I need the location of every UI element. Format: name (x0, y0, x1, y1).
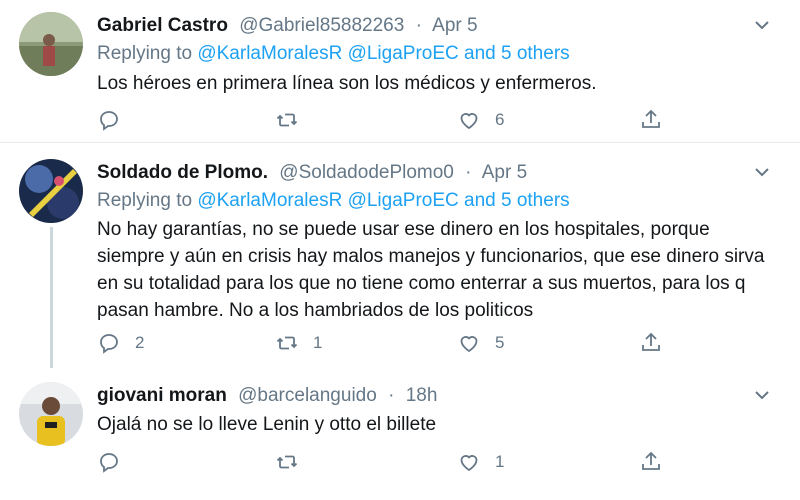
handle[interactable]: @barcelanguido (238, 385, 377, 406)
tweet-actions: 1 (97, 447, 697, 477)
avatar[interactable] (19, 382, 83, 446)
replying-prefix: Replying to (97, 43, 193, 64)
like-count: 1 (495, 452, 505, 471)
replying-mentions[interactable]: @KarlaMoralesR @LigaProEC and 5 others (197, 190, 569, 211)
tweet-text: No hay garantías, no se puede usar ese d… (97, 219, 765, 321)
reply-button[interactable]: 2 (97, 328, 144, 358)
like-button[interactable]: 6 (457, 105, 504, 135)
like-icon (460, 455, 478, 472)
handle[interactable]: @SoldadodePlomo0 (279, 162, 454, 183)
tweet-actions: 2 1 5 (97, 328, 697, 358)
share-icon (642, 451, 660, 470)
avatar[interactable] (19, 159, 83, 223)
display-name[interactable]: giovani moran (97, 385, 227, 406)
chevron-down-icon[interactable] (752, 15, 772, 35)
avatar[interactable] (19, 12, 83, 76)
share-button[interactable] (639, 105, 663, 135)
replying-to: Replying to @KarlaMoralesR @LigaProEC an… (97, 42, 570, 66)
reply-count: 2 (135, 333, 145, 352)
share-icon (642, 332, 660, 351)
like-icon (460, 113, 478, 130)
reply-icon (100, 453, 118, 473)
thread-line (50, 227, 53, 368)
tweet-text: Los héroes en primera línea son los médi… (97, 73, 597, 94)
chevron-down-icon[interactable] (752, 385, 772, 405)
replying-mentions[interactable]: @KarlaMoralesR @LigaProEC and 5 others (197, 43, 569, 64)
reply-button[interactable] (97, 105, 135, 135)
handle[interactable]: @Gabriel85882263 (239, 15, 404, 36)
retweet-icon (276, 336, 298, 350)
share-icon (642, 109, 660, 128)
replying-to: Replying to @KarlaMoralesR @LigaProEC an… (97, 189, 570, 213)
separator-dot: · (415, 15, 422, 36)
tweet-header: Gabriel Castro @Gabriel85882263 · Apr 5 (97, 14, 478, 38)
like-count: 6 (495, 110, 505, 129)
retweet-icon (276, 455, 298, 469)
retweet-icon (276, 113, 298, 127)
tweet-1[interactable]: Gabriel Castro @Gabriel85882263 · Apr 5 … (0, 0, 800, 142)
share-button[interactable] (639, 447, 663, 477)
tweet-3[interactable]: giovani moran @barcelanguido · 18h Ojalá… (0, 368, 800, 500)
display-name[interactable]: Gabriel Castro (97, 15, 228, 36)
timestamp[interactable]: Apr 5 (432, 15, 477, 36)
separator-dot: · (388, 385, 395, 406)
timestamp[interactable]: 18h (406, 385, 438, 406)
tweet-actions: 6 (97, 105, 697, 135)
tweet-text: Ojalá no se lo lleve Lenin y otto el bil… (97, 414, 437, 435)
separator-dot: · (465, 162, 472, 183)
retweet-button[interactable] (275, 105, 313, 135)
tweet-2[interactable]: Soldado de Plomo. @SoldadodePlomo0 · Apr… (0, 143, 800, 368)
like-icon (460, 336, 478, 353)
retweet-count: 1 (313, 333, 323, 352)
reply-button[interactable] (97, 447, 135, 477)
replying-prefix: Replying to (97, 190, 193, 211)
tweet-header: Soldado de Plomo. @SoldadodePlomo0 · Apr… (97, 161, 527, 185)
display-name[interactable]: Soldado de Plomo. (97, 162, 268, 183)
like-button[interactable]: 5 (457, 328, 504, 358)
like-count: 5 (495, 333, 505, 352)
like-button[interactable]: 1 (457, 447, 504, 477)
share-button[interactable] (639, 328, 663, 358)
timestamp[interactable]: Apr 5 (482, 162, 527, 183)
retweet-button[interactable] (275, 447, 313, 477)
reply-icon (100, 111, 118, 131)
retweet-button[interactable]: 1 (275, 328, 322, 358)
chevron-down-icon[interactable] (752, 162, 772, 182)
reply-icon (100, 334, 118, 354)
tweet-header: giovani moran @barcelanguido · 18h (97, 384, 437, 408)
